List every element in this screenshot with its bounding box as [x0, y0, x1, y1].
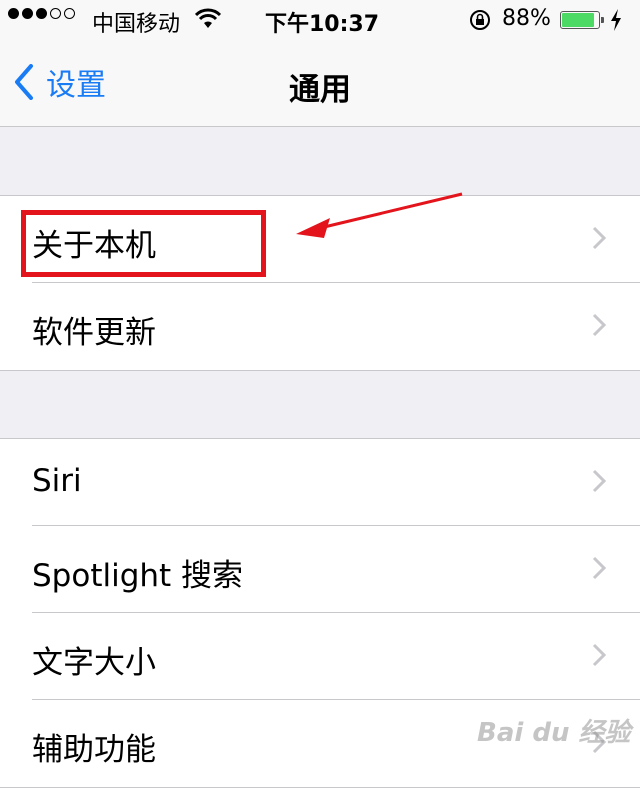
carrier-name: 中国移动: [92, 12, 181, 37]
battery-icon: [560, 11, 604, 29]
row-siri[interactable]: Siri: [0, 439, 640, 526]
row-label: Spotlight 搜索: [32, 558, 244, 594]
chevron-right-icon: [592, 226, 606, 250]
status-bar: 中国移动 下午10:37 88%: [0, 0, 640, 40]
chevron-right-icon: [592, 469, 606, 493]
signal-strength-icon: [8, 8, 75, 19]
watermark: Bai du 经验: [477, 718, 631, 748]
rotation-lock-icon: [468, 8, 492, 38]
charging-icon: [609, 8, 623, 38]
row-label: Siri: [32, 463, 82, 499]
annotation-arrow-icon: [296, 192, 463, 238]
row-label: 辅助功能: [32, 732, 156, 768]
row-software-update[interactable]: 软件更新: [0, 283, 640, 370]
chevron-right-icon: [592, 313, 606, 337]
chevron-right-icon: [592, 643, 606, 667]
battery-percent: 88%: [502, 6, 551, 31]
navigation-bar: 设置 通用: [0, 40, 640, 127]
annotation-highlight-box: [21, 210, 266, 277]
page-title: 通用: [289, 72, 351, 108]
row-spotlight-search[interactable]: Spotlight 搜索: [0, 526, 640, 613]
chevron-right-icon: [592, 556, 606, 580]
wifi-icon: [194, 8, 222, 36]
clock: 下午10:37: [265, 12, 380, 37]
row-label: 文字大小: [32, 645, 156, 681]
row-label: 软件更新: [32, 315, 156, 351]
row-text-size[interactable]: 文字大小: [0, 613, 640, 700]
